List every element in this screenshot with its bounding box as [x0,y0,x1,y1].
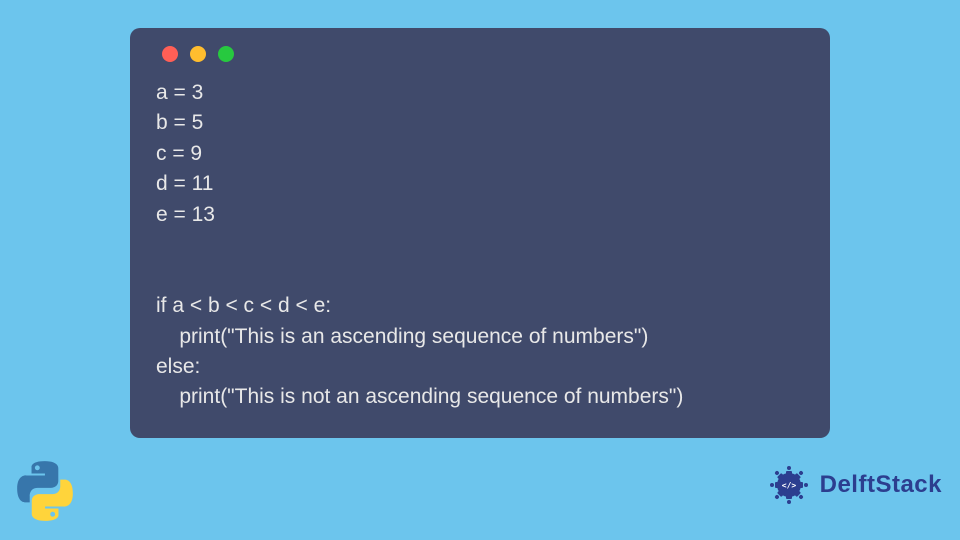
svg-text:</>: </> [781,481,796,490]
code-line: e = 13 [156,203,215,226]
code-line: if a < b < c < d < e: [156,294,331,317]
maximize-dot-icon [218,46,234,62]
code-line: a = 3 [156,81,203,104]
code-line: print("This is not an ascending sequence… [156,385,683,408]
minimize-dot-icon [190,46,206,62]
code-window: a = 3 b = 5 c = 9 d = 11 e = 13 if a < b… [130,28,830,438]
code-line: else: [156,355,200,378]
code-line: d = 11 [156,172,213,195]
delftstack-label: DelftStack [820,471,942,499]
window-titlebar [156,46,804,62]
code-line: print("This is an ascending sequence of … [156,325,648,348]
delftstack-badge-icon: </> [764,460,814,510]
code-line: b = 5 [156,111,203,134]
close-dot-icon [162,46,178,62]
python-logo-icon [14,460,76,522]
code-block: a = 3 b = 5 c = 9 d = 11 e = 13 if a < b… [156,78,804,413]
delftstack-brand: </> DelftStack [764,460,942,510]
code-line: c = 9 [156,142,202,165]
